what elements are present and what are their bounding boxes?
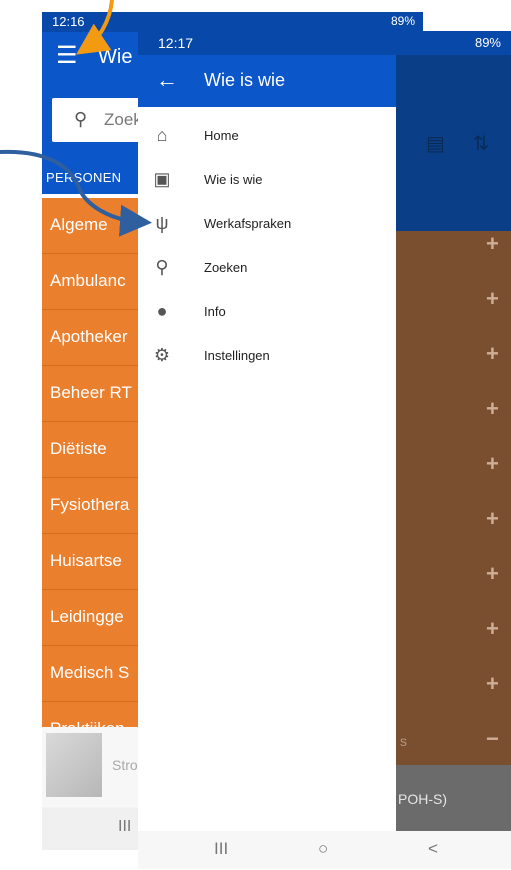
blue-arrow xyxy=(0,149,152,237)
annotation-arrows xyxy=(0,0,152,237)
orange-arrow xyxy=(76,0,114,55)
